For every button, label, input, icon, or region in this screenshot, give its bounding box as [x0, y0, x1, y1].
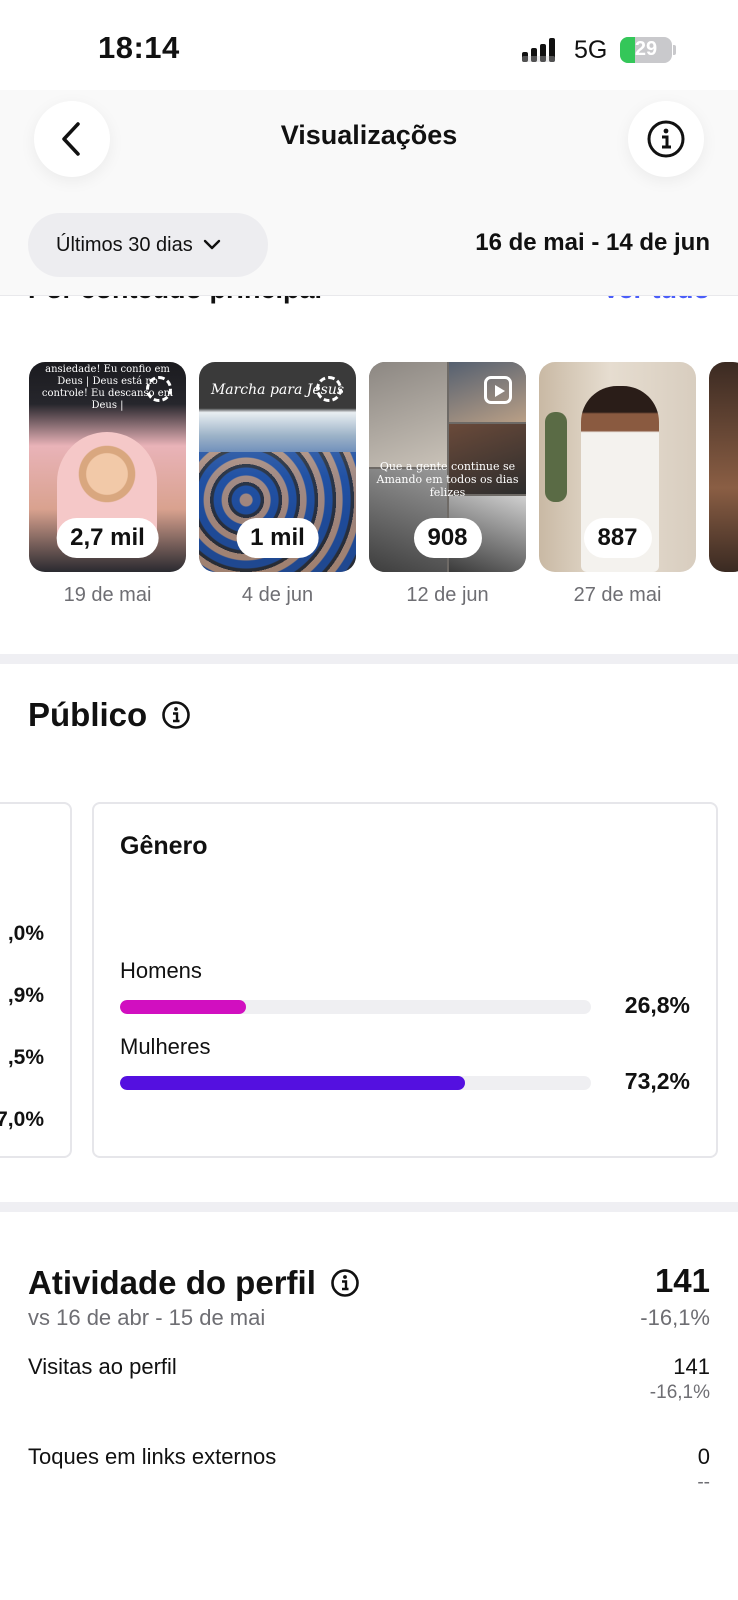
- profile-activity-title: Atividade do perfil: [28, 1264, 316, 1301]
- battery-cap: [673, 45, 676, 55]
- gender-title: Gênero: [120, 832, 208, 860]
- comparison-period: vs 16 de abr - 15 de mai: [28, 1305, 266, 1330]
- percent-value: 7,0%: [0, 1108, 44, 1131]
- thumbnail-caption: Que a gente continue se Amando em todos …: [376, 460, 519, 499]
- cellular-signal-icon: [522, 38, 555, 62]
- profile-visits-label[interactable]: Visitas ao perfil: [28, 1354, 177, 1380]
- content-thumbnail[interactable]: ansiedade! Eu confio em Deus | Deus está…: [29, 362, 186, 572]
- content-thumbnail[interactable]: Marcha para Jesus 1 mil: [199, 362, 356, 572]
- see-all-link[interactable]: Ver tudo: [602, 296, 710, 305]
- thumbnail-date: 4 de jun: [241, 584, 314, 606]
- section-divider: [0, 1202, 738, 1212]
- external-link-taps-label[interactable]: Toques em links externos: [28, 1444, 276, 1470]
- content-thumbnail[interactable]: 887: [539, 362, 696, 572]
- reel-icon: [484, 376, 512, 404]
- profile-activity-change: -16,1%: [640, 1305, 710, 1330]
- chevron-down-icon: [203, 239, 220, 250]
- thumbnail-date: 12 de jun: [406, 584, 489, 606]
- percent-value: ,9%: [7, 984, 44, 1007]
- content-thumbnail[interactable]: [709, 362, 738, 572]
- audience-title: Público: [28, 696, 148, 733]
- plant-photo: [545, 412, 567, 502]
- gender-card[interactable]: Gênero Homens 26,8% Mulheres 73,2%: [92, 802, 718, 1158]
- content-thumbnail[interactable]: Que a gente continue se Amando em todos …: [369, 362, 526, 572]
- profile-activity-total: 141: [654, 1262, 710, 1299]
- info-icon[interactable]: [330, 1268, 360, 1298]
- gender-bar-fill-women: [120, 1076, 465, 1090]
- info-icon[interactable]: [161, 700, 191, 730]
- header: Visualizações Últimos 30 dias 16 de mai …: [0, 90, 738, 296]
- date-range-dropdown-label: Últimos 30 dias: [56, 233, 193, 256]
- audience-section-title: Público: [28, 696, 191, 734]
- battery-percent: 29: [634, 38, 658, 60]
- gender-bar-men: [120, 1000, 591, 1014]
- top-content-carousel[interactable]: ansiedade! Eu confio em Deus | Deus está…: [0, 362, 738, 622]
- gender-label-men: Homens: [120, 958, 202, 983]
- views-badge: 887: [583, 518, 652, 558]
- external-link-taps-value: 0: [697, 1444, 710, 1469]
- gender-percent-women: 73,2%: [624, 1068, 690, 1094]
- info-button[interactable]: [628, 101, 704, 177]
- gender-bar-fill-men: [120, 1000, 247, 1014]
- gender-bar-women: [120, 1076, 591, 1090]
- profile-visits-change: -16,1%: [649, 1382, 710, 1403]
- views-badge: 908: [413, 518, 482, 558]
- section-divider: [0, 654, 738, 664]
- battery-indicator: 29: [620, 37, 672, 63]
- profile-visits-value: 141: [673, 1354, 710, 1379]
- top-content-heading: Por conteúdo principal: [28, 296, 322, 305]
- thumbnail-date: 27 de mai: [573, 584, 662, 606]
- percent-value: ,0%: [7, 922, 44, 945]
- scroll-content[interactable]: Por conteúdo principal Ver tudo ansiedad…: [0, 296, 738, 1600]
- views-badge: 1 mil: [236, 518, 319, 558]
- previous-audience-card[interactable]: ,0% ,9% ,5% 7,0%: [0, 802, 72, 1158]
- network-type: 5G: [574, 36, 608, 64]
- gender-percent-men: 26,8%: [624, 992, 690, 1018]
- story-ring-icon: [316, 376, 342, 402]
- date-range-text: 16 de mai - 14 de jun: [475, 229, 710, 256]
- story-ring-icon: [146, 376, 172, 402]
- external-link-taps-change: --: [697, 1472, 710, 1493]
- collage-photo: [369, 362, 447, 467]
- percent-value: ,5%: [7, 1046, 44, 1069]
- profile-activity-section-title: Atividade do perfil: [28, 1264, 360, 1302]
- info-icon: [647, 120, 685, 158]
- date-range-dropdown[interactable]: Últimos 30 dias: [28, 213, 268, 277]
- status-bar: 18:14 5G 29: [0, 0, 738, 90]
- status-time: 18:14: [98, 30, 180, 65]
- gender-label-women: Mulheres: [120, 1034, 211, 1059]
- thumbnail-date: 19 de mai: [63, 584, 152, 606]
- views-badge: 2,7 mil: [56, 518, 159, 558]
